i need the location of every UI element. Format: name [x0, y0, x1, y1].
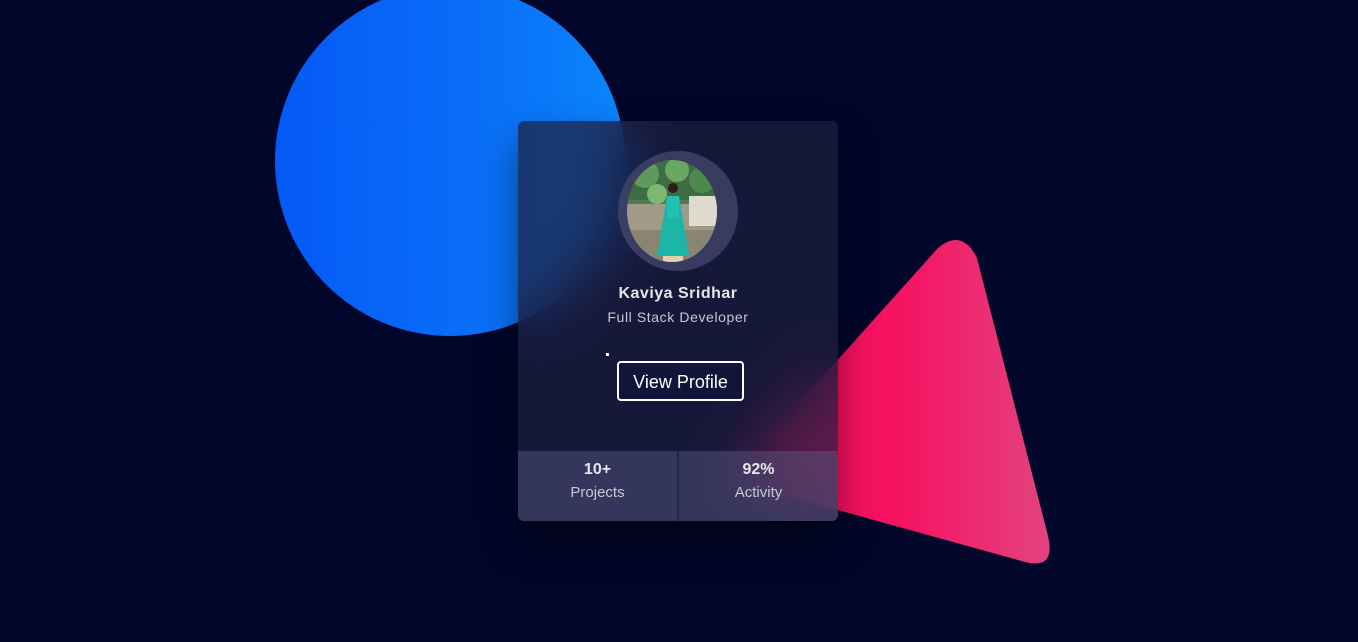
stat-value: 10+ [583, 461, 612, 478]
stats-bar: 10+ Projects 92% Activity [518, 451, 838, 521]
stat-label: Activity [734, 484, 783, 501]
avatar-ring [618, 151, 738, 271]
stat-label: Projects [570, 484, 625, 501]
avatar [627, 160, 717, 262]
profile-role: Full Stack Developer [607, 309, 749, 325]
page-background: Kaviya Sridhar Full Stack Developer View… [0, 0, 1358, 642]
stat-projects: 10+ Projects [518, 451, 677, 521]
profile-card: Kaviya Sridhar Full Stack Developer View… [518, 121, 838, 521]
profile-name: Kaviya Sridhar [618, 285, 738, 302]
view-profile-button[interactable]: View Profile [617, 361, 744, 401]
text-cursor-dot [606, 353, 609, 356]
stat-value: 92% [742, 461, 775, 478]
stat-activity: 92% Activity [677, 451, 838, 521]
